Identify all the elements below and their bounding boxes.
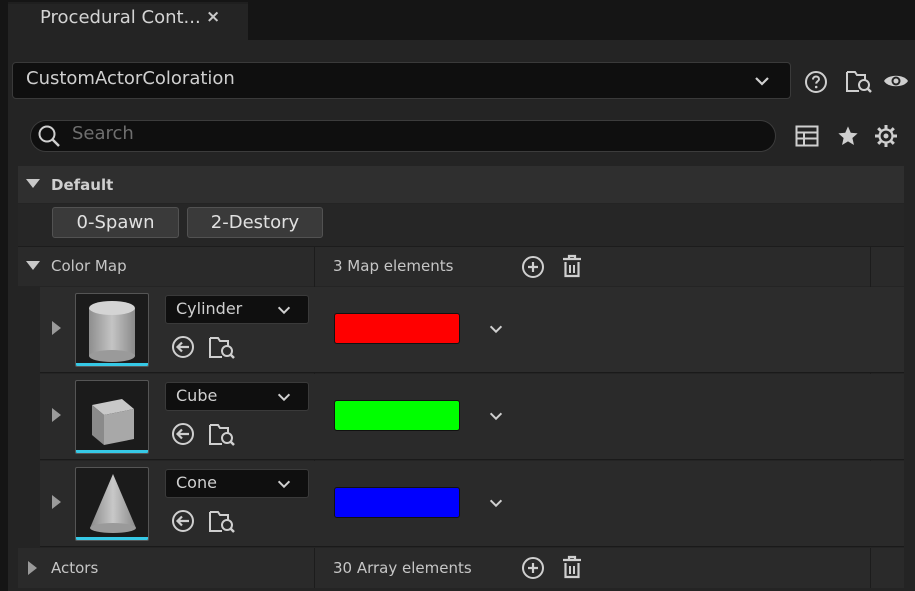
trash-icon[interactable] [560, 253, 584, 279]
browse-folder-icon[interactable] [845, 67, 873, 95]
thumbnail-accent-bar [76, 537, 148, 540]
chevron-down-icon[interactable] [486, 493, 506, 513]
expand-arrow-icon[interactable] [25, 178, 41, 190]
color-swatch[interactable] [334, 400, 460, 431]
gear-icon[interactable] [873, 123, 899, 149]
trash-icon[interactable] [560, 554, 584, 580]
expand-arrow-icon[interactable] [51, 407, 63, 423]
color-swatch[interactable] [334, 487, 460, 518]
color-swatch[interactable] [334, 313, 460, 344]
chevron-down-icon[interactable] [752, 71, 772, 91]
help-icon[interactable] [803, 69, 829, 95]
expand-arrow-icon[interactable] [25, 260, 41, 272]
section-header-default[interactable] [18, 166, 904, 203]
row-indent [18, 461, 40, 547]
color-map-label: Color Map [51, 257, 127, 275]
chevron-down-icon[interactable] [274, 387, 294, 407]
mesh-thumbnail-cube[interactable] [75, 380, 149, 454]
asset-picker-value: CustomActorColoration [26, 68, 235, 89]
mesh-name: Cube [176, 386, 218, 405]
use-selected-asset-icon[interactable] [170, 334, 196, 360]
column-divider [314, 548, 315, 588]
color-map-count: 3 Map elements [333, 257, 454, 275]
mesh-thumbnail-cone[interactable] [75, 467, 149, 541]
color-map-header[interactable] [18, 246, 904, 286]
map-entry-row [18, 287, 904, 373]
expand-arrow-icon[interactable] [51, 320, 63, 336]
search-placeholder: Search [72, 123, 134, 144]
section-label-default: Default [51, 176, 114, 194]
thumbnail-accent-bar [76, 363, 148, 366]
star-icon[interactable] [836, 124, 860, 148]
add-element-icon[interactable] [520, 555, 546, 581]
map-entry-row [18, 461, 904, 547]
search-icon [36, 123, 62, 149]
chevron-down-icon[interactable] [274, 300, 294, 320]
actors-count: 30 Array elements [333, 559, 472, 577]
tab-close-icon[interactable]: × [206, 7, 220, 27]
browse-folder-icon[interactable] [208, 507, 236, 535]
table-view-icon[interactable] [795, 124, 819, 148]
actors-label: Actors [51, 559, 99, 577]
mesh-thumbnail-cylinder[interactable] [75, 293, 149, 367]
chevron-down-icon[interactable] [274, 474, 294, 494]
map-entry-row [18, 374, 904, 460]
use-selected-asset-icon[interactable] [170, 421, 196, 447]
destroy-button[interactable]: 2-Destory [187, 207, 323, 238]
eye-icon[interactable] [882, 70, 910, 92]
use-selected-asset-icon[interactable] [170, 508, 196, 534]
expand-arrow-icon[interactable] [27, 560, 39, 576]
search-input[interactable] [30, 120, 776, 152]
column-divider-right [870, 548, 871, 588]
mesh-name: Cylinder [176, 299, 243, 318]
browse-folder-icon[interactable] [208, 420, 236, 448]
row-indent [18, 287, 40, 373]
add-element-icon[interactable] [520, 254, 546, 280]
chevron-down-icon[interactable] [486, 319, 506, 339]
browse-folder-icon[interactable] [208, 333, 236, 361]
row-indent [18, 374, 40, 460]
expand-arrow-icon[interactable] [51, 494, 63, 510]
thumbnail-accent-bar [76, 450, 148, 453]
mesh-name: Cone [176, 473, 217, 492]
chevron-down-icon[interactable] [486, 406, 506, 426]
spawn-button[interactable]: 0-Spawn [52, 207, 179, 238]
tab-title[interactable]: Procedural Cont... [40, 7, 201, 28]
